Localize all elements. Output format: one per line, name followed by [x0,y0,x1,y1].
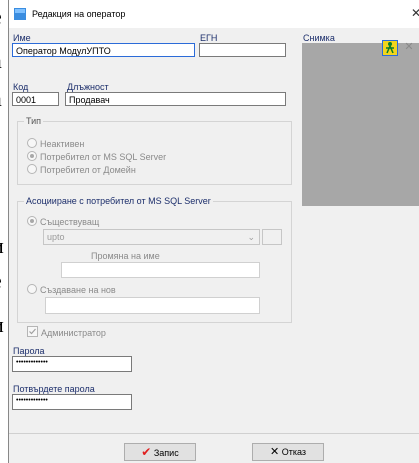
save-button-label: Запис [153,448,179,458]
rename-label: Промяна на име [91,251,160,261]
window-title: Редакция на оператор [32,9,126,19]
admin-checkbox[interactable]: Администратор [27,326,106,338]
existing-user-extra-button[interactable] [262,229,282,245]
background-text-fragment: е [0,270,2,292]
photo-load-button[interactable] [382,40,398,56]
radio-label: Създаване на нов [40,285,116,295]
position-field[interactable]: Продавач [65,92,286,106]
save-button[interactable]: ✔ Запис [124,443,196,461]
sql-association-title: Асоцииране с потребител от MS SQL Server [24,196,213,206]
chevron-down-icon: ⌄ [247,232,255,242]
footer-divider [9,433,419,434]
person-icon [386,42,394,54]
background-text-fragment: е [0,6,2,28]
cancel-button[interactable]: ✕ Отказ [252,443,324,461]
radio-label: Неактивен [40,139,85,149]
radio-domain-user[interactable]: Потребител от Домейн [27,164,136,175]
checkmark-icon [29,328,36,335]
radio-button [27,216,37,226]
radio-label: Съществуващ [40,217,100,227]
close-icon[interactable]: ✕ [411,6,419,20]
radio-create-new[interactable]: Създаване на нов [27,284,116,295]
checkmark-icon: ✔ [141,445,152,459]
background-text-fragment: и [0,314,4,336]
photo-clear-button[interactable]: ✕ [401,40,417,56]
admin-label: Администратор [41,328,106,338]
photo-label: Снимка [303,33,335,43]
existing-user-select[interactable]: upto ⌄ [43,229,260,245]
photo-area [302,43,419,206]
background-text-fragment: а [0,50,2,72]
code-field[interactable]: 0001 [12,92,59,106]
title-bar[interactable]: Редакция на оператор ✕ [9,0,419,28]
radio-existing[interactable]: Съществуващ [27,216,99,227]
name-label: Име [13,33,31,43]
create-new-field[interactable] [45,297,260,314]
existing-user-value: upto [47,232,65,242]
cancel-button-label: Отказ [281,447,307,457]
radio-sql-server-user[interactable]: Потребител от MS SQL Server [27,151,166,162]
egn-field[interactable] [199,43,286,57]
x-icon: ✕ [269,446,280,458]
rename-field[interactable] [61,262,260,278]
window-app-icon [14,8,26,20]
background-text-fragment: а [0,88,2,110]
checkbox [27,326,38,337]
confirm-password-field[interactable]: ••••••••••••• [12,394,132,410]
close-icon: ✕ [404,41,414,53]
name-field[interactable]: Оператор МодулУПТО [12,43,195,57]
confirm-password-label: Потвърдете парола [13,384,95,394]
password-field[interactable]: ••••••••••••• [12,356,132,372]
radio-button [27,164,37,174]
type-group-title: Тип [24,116,44,126]
radio-button [27,284,37,294]
password-label: Парола [13,346,45,356]
radio-button [27,151,37,161]
position-label: Длъжност [67,82,109,92]
radio-inactive[interactable]: Неактивен [27,138,84,149]
radio-button [27,138,37,148]
egn-label: ЕГН [200,33,218,43]
radio-label: Потребител от MS SQL Server [40,152,167,162]
operator-edit-dialog: Редакция на оператор ✕ Име Оператор Моду… [8,0,419,463]
background-text-fragment: и [0,235,4,257]
radio-label: Потребител от Домейн [40,165,136,175]
code-label: Код [13,82,29,92]
